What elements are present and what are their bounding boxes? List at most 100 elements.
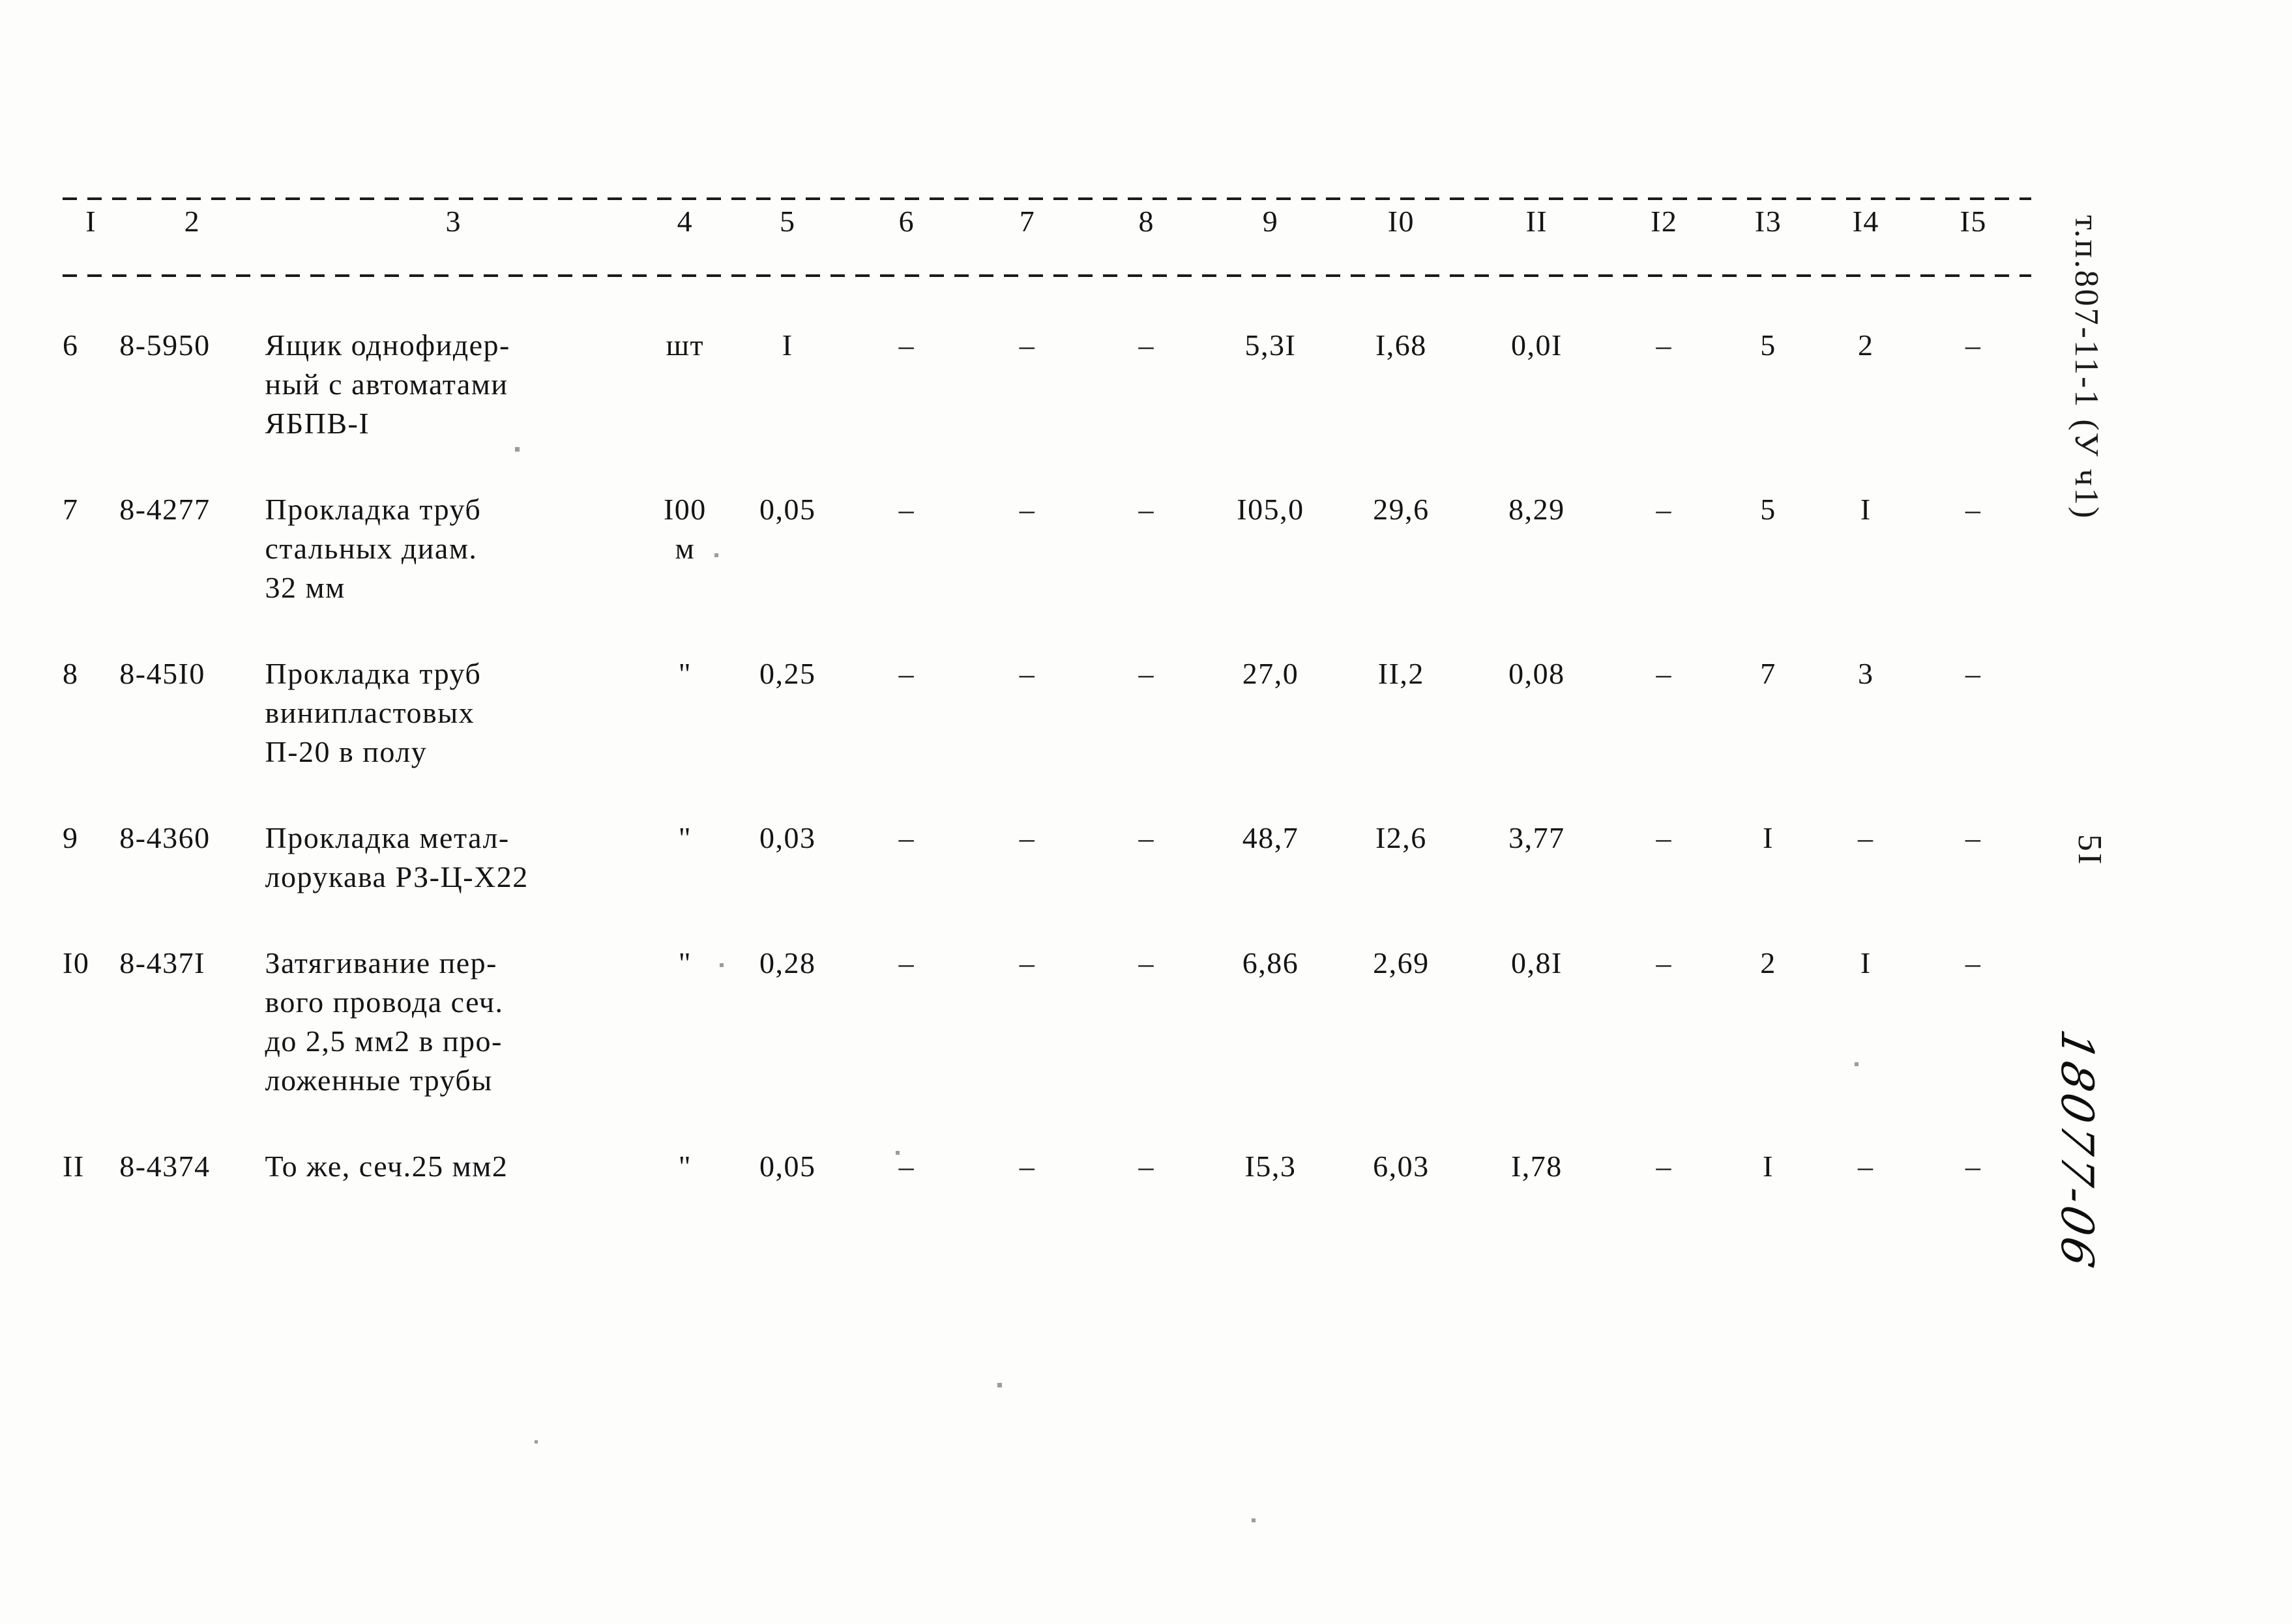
row-value-9: 48,7 bbox=[1242, 821, 1299, 854]
estimate-table: I 2 3 4 5 6 7 8 9 I0 II I2 I3 I4 I5 bbox=[63, 202, 2031, 272]
row-value-12: – bbox=[1656, 821, 1672, 854]
row-value-8: – bbox=[1138, 946, 1154, 979]
unit-line: " bbox=[678, 1150, 692, 1183]
row-value-7: – bbox=[1019, 946, 1036, 979]
row-value-9: 6,86 bbox=[1242, 946, 1299, 979]
margin-page-number: 5I bbox=[2071, 834, 2108, 867]
row-value-13: 2 bbox=[1760, 946, 1776, 979]
row-gap bbox=[63, 772, 2031, 819]
desc-line: П-20 в полу bbox=[265, 735, 428, 768]
row-value-5: 0,05 bbox=[759, 493, 816, 526]
row-value-12: – bbox=[1656, 328, 1672, 362]
table-row[interactable]: 9 8-4360 Прокладка метал- лорукава РЗ-Ц-… bbox=[63, 819, 2031, 897]
row-value-15: – bbox=[1965, 657, 1982, 690]
estimate-table-body: 6 8-5950 Ящик однофидер- ный с автоматам… bbox=[63, 279, 2031, 1186]
row-code: 8-4374 bbox=[119, 1150, 211, 1183]
col-header-6: 6 bbox=[898, 205, 915, 238]
row-code: 8-4360 bbox=[119, 821, 211, 854]
row-code: 8-437I bbox=[119, 946, 205, 979]
row-value-5: I bbox=[782, 328, 793, 362]
row-value-14: – bbox=[1857, 1150, 1874, 1183]
table-row[interactable]: 6 8-5950 Ящик однофидер- ный с автоматам… bbox=[63, 326, 2031, 443]
row-description: Прокладка труб стальных диам. 32 мм bbox=[265, 490, 642, 607]
row-value-11: 8,29 bbox=[1508, 493, 1565, 526]
row-unit: I00 м bbox=[642, 490, 728, 607]
row-value-8: – bbox=[1138, 657, 1154, 690]
desc-line: То же, сеч.25 мм2 bbox=[265, 1150, 508, 1183]
col-header-11: II bbox=[1525, 205, 1548, 238]
row-description: То же, сеч.25 мм2 bbox=[265, 1147, 642, 1186]
row-value-10: I2,6 bbox=[1375, 821, 1427, 854]
table-top-rule bbox=[63, 196, 2031, 202]
table-row[interactable]: I0 8-437I Затягивание пер- вого провода … bbox=[63, 944, 2031, 1100]
row-code: 8-45I0 bbox=[119, 657, 205, 690]
desc-line: стальных диам. bbox=[265, 532, 478, 565]
row-description: Прокладка труб винипластовых П-20 в полу bbox=[265, 654, 642, 772]
row-value-14: I bbox=[1860, 946, 1872, 979]
desc-line: Ящик однофидер- bbox=[265, 328, 510, 362]
desc-line: ный с автоматами bbox=[265, 368, 508, 401]
desc-line: вого провода сеч. bbox=[265, 985, 504, 1019]
row-value-14: – bbox=[1857, 821, 1874, 854]
row-value-11: 0,8I bbox=[1510, 946, 1563, 979]
margin-handwritten-number: 18077-06 bbox=[2051, 1025, 2102, 1275]
table-row[interactable]: 8 8-45I0 Прокладка труб винипластовых П-… bbox=[63, 654, 2031, 772]
table-row[interactable]: II 8-4374 То же, сеч.25 мм2 " 0,05 – – –… bbox=[63, 1147, 2031, 1186]
desc-line: Прокладка труб bbox=[265, 493, 482, 526]
row-value-6: – bbox=[898, 946, 915, 979]
scan-speck bbox=[1252, 1518, 1256, 1522]
desc-line: винипластовых bbox=[265, 696, 475, 729]
col-header-8: 8 bbox=[1138, 205, 1154, 238]
col-header-14: I4 bbox=[1852, 205, 1879, 238]
row-value-9: 5,3I bbox=[1244, 328, 1297, 362]
row-unit: " bbox=[642, 654, 728, 772]
desc-line: до 2,5 мм2 в про- bbox=[265, 1024, 503, 1058]
row-value-13: 5 bbox=[1760, 493, 1776, 526]
row-value-5: 0,03 bbox=[759, 821, 816, 854]
row-value-15: – bbox=[1965, 328, 1982, 362]
col-header-10: I0 bbox=[1387, 205, 1415, 238]
row-value-10: 29,6 bbox=[1373, 493, 1430, 526]
row-gap bbox=[63, 279, 2031, 326]
row-number: 8 bbox=[63, 657, 79, 690]
row-value-5: 0,05 bbox=[759, 1150, 816, 1183]
row-value-15: – bbox=[1965, 946, 1982, 979]
row-value-7: – bbox=[1019, 657, 1036, 690]
row-value-6: – bbox=[898, 821, 915, 854]
table-row[interactable]: 7 8-4277 Прокладка труб стальных диам. 3… bbox=[63, 490, 2031, 607]
col-header-2: 2 bbox=[184, 205, 201, 238]
row-value-10: II,2 bbox=[1377, 657, 1424, 690]
scan-speck bbox=[997, 1383, 1002, 1387]
col-header-13: I3 bbox=[1754, 205, 1782, 238]
row-value-11: 0,0I bbox=[1510, 328, 1563, 362]
row-value-15: – bbox=[1965, 821, 1982, 854]
row-value-8: – bbox=[1138, 821, 1154, 854]
row-value-14: I bbox=[1860, 493, 1872, 526]
desc-line: Прокладка метал- bbox=[265, 821, 510, 854]
row-number: 9 bbox=[63, 821, 79, 854]
row-value-6: – bbox=[898, 328, 915, 362]
desc-line: ложенные трубы bbox=[265, 1064, 493, 1097]
row-number: I0 bbox=[63, 946, 90, 979]
col-header-15: I5 bbox=[1960, 205, 1987, 238]
table-header-bottom-rule bbox=[63, 272, 2031, 279]
col-header-3: 3 bbox=[445, 205, 462, 238]
row-value-8: – bbox=[1138, 1150, 1154, 1183]
unit-line: шт bbox=[666, 328, 705, 362]
row-value-6: – bbox=[898, 657, 915, 690]
row-gap bbox=[63, 443, 2031, 490]
col-header-4: 4 bbox=[677, 205, 694, 238]
row-value-13: I bbox=[1763, 1150, 1774, 1183]
row-code: 8-5950 bbox=[119, 328, 211, 362]
column-header-row: I 2 3 4 5 6 7 8 9 I0 II I2 I3 I4 I5 bbox=[63, 202, 2031, 272]
unit-line: м bbox=[675, 532, 696, 565]
desc-line: Прокладка труб bbox=[265, 657, 482, 690]
desc-line: 32 мм bbox=[265, 571, 345, 604]
row-value-7: – bbox=[1019, 821, 1036, 854]
row-value-11: 3,77 bbox=[1508, 821, 1565, 854]
row-unit: " bbox=[642, 944, 728, 1100]
row-value-12: – bbox=[1656, 1150, 1672, 1183]
row-value-6: – bbox=[898, 493, 915, 526]
row-value-11: I,78 bbox=[1510, 1150, 1563, 1183]
row-value-5: 0,28 bbox=[759, 946, 816, 979]
